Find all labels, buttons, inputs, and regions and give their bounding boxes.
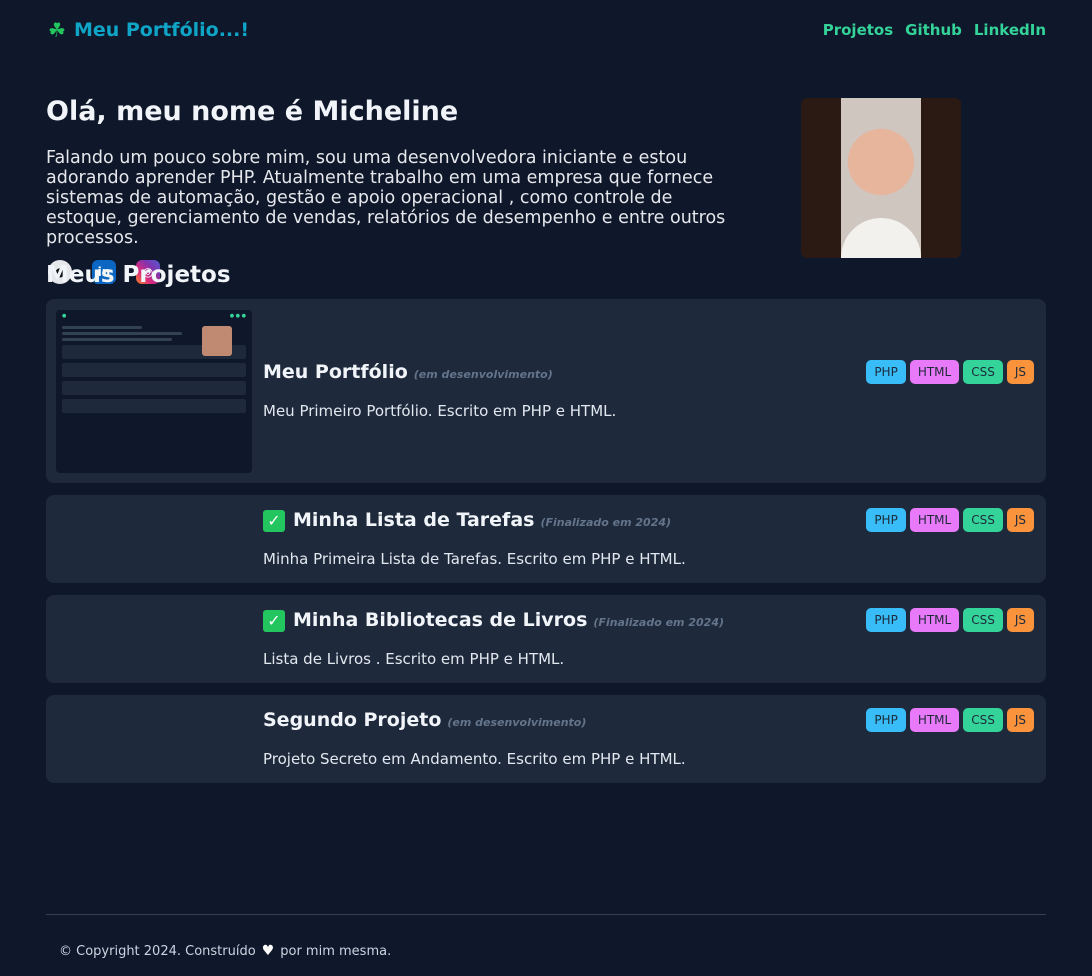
tag-css: CSS — [963, 508, 1003, 532]
tag-html: HTML — [909, 608, 960, 632]
bio: Falando um pouco sobre mim, sou uma dese… — [46, 148, 726, 248]
footer: © Copyright 2024. Construído ♥ por mim m… — [46, 914, 1046, 959]
tag-css: CSS — [963, 708, 1003, 732]
tech-tags: PHP HTML CSS JS — [866, 608, 1034, 632]
projects-title: Meus Projetos — [46, 262, 231, 288]
project-title[interactable]: ✓ Minha Lista de Tarefas (Finalizado em … — [263, 509, 671, 532]
tag-js: JS — [1006, 360, 1034, 384]
tech-tags: PHP HTML CSS JS — [866, 360, 1034, 384]
heart-icon: ♥ — [261, 943, 275, 959]
tag-css: CSS — [963, 608, 1003, 632]
tag-js: JS — [1006, 608, 1034, 632]
greeting: Olá, meu nome é Micheline — [46, 96, 459, 127]
project-status: (em desenvolvimento) — [413, 368, 553, 381]
project-title[interactable]: Meu Portfólio (em desenvolvimento) — [263, 361, 553, 383]
nav-projetos[interactable]: Projetos — [823, 21, 893, 39]
brand-title: Meu Portfólio...! — [73, 19, 250, 41]
projects-list: ● ● ● ● Meu Portfólio (em desenvolvimento… — [46, 299, 1046, 795]
hero: Olá, meu nome é Micheline Falando um pou… — [46, 60, 1046, 292]
project-status: (em desenvolvimento) — [447, 716, 587, 729]
clover-icon: ☘ — [48, 18, 66, 42]
tag-html: HTML — [909, 508, 960, 532]
project-title[interactable]: ✓ Minha Bibliotecas de Livros (Finalizad… — [263, 609, 724, 632]
tag-html: HTML — [909, 360, 960, 384]
tag-php: PHP — [866, 360, 906, 384]
page: ☘ Meu Portfólio...! Projetos Github Link… — [46, 0, 1046, 783]
brand[interactable]: ☘ Meu Portfólio...! — [48, 18, 249, 42]
project-card[interactable]: ✓ Minha Bibliotecas de Livros (Finalizad… — [46, 595, 1046, 683]
nav-github[interactable]: Github — [905, 21, 962, 39]
avatar — [801, 98, 961, 258]
project-card[interactable]: ✓ Minha Lista de Tarefas (Finalizado em … — [46, 495, 1046, 583]
tag-html: HTML — [909, 708, 960, 732]
project-card[interactable]: ● ● ● ● Meu Portfólio (em desenvolvimento… — [46, 299, 1046, 483]
tag-css: CSS — [963, 360, 1003, 384]
tag-js: JS — [1006, 508, 1034, 532]
tech-tags: PHP HTML CSS JS — [866, 708, 1034, 732]
project-status: (Finalizado em 2024) — [540, 516, 672, 529]
copyright: © Copyright 2024. Construído ♥ por mim m… — [59, 943, 392, 959]
project-thumbnail: ● ● ● ● — [56, 310, 252, 473]
project-title[interactable]: Segundo Projeto (em desenvolvimento) — [263, 709, 586, 731]
tech-tags: PHP HTML CSS JS — [866, 508, 1034, 532]
tag-php: PHP — [866, 608, 906, 632]
check-icon: ✓ — [263, 509, 285, 532]
tag-php: PHP — [866, 508, 906, 532]
main-nav: Projetos Github LinkedIn — [823, 21, 1046, 39]
project-card[interactable]: Segundo Projeto (em desenvolvimento) Pro… — [46, 695, 1046, 783]
check-icon: ✓ — [263, 609, 285, 632]
project-status: (Finalizado em 2024) — [593, 616, 724, 629]
tag-js: JS — [1006, 708, 1034, 732]
nav-linkedin[interactable]: LinkedIn — [974, 21, 1046, 39]
project-description: Minha Primeira Lista de Tarefas. Escrito… — [263, 550, 686, 568]
project-description: Projeto Secreto em Andamento. Escrito em… — [263, 750, 686, 768]
tag-php: PHP — [866, 708, 906, 732]
project-description: Meu Primeiro Portfólio. Escrito em PHP e… — [263, 402, 617, 420]
top-bar: ☘ Meu Portfólio...! Projetos Github Link… — [46, 0, 1046, 60]
project-description: Lista de Livros . Escrito em PHP e HTML. — [263, 650, 565, 668]
